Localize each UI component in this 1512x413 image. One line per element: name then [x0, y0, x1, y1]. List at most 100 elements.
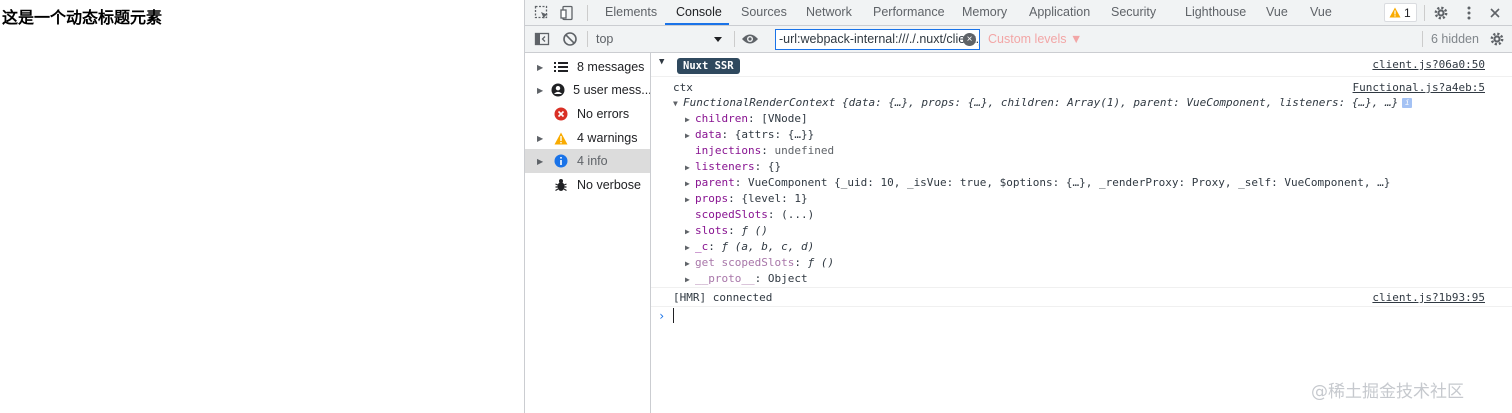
property-row[interactable]: ▶ props: {level: 1} [685, 192, 808, 205]
property-key: injections [695, 144, 762, 157]
sidebar-item-messages[interactable]: ▶ 8 messages [525, 55, 650, 79]
toolbar-divider-3 [1422, 31, 1423, 47]
sidebar-item-label: No errors [577, 107, 630, 121]
expand-arrow-icon[interactable]: ▶ [537, 86, 543, 95]
clear-console-icon[interactable] [561, 30, 579, 48]
console-filter-input[interactable]: -url:webpack-internal:///./.nuxt/client.… [775, 29, 980, 50]
expand-arrow-icon[interactable]: ▶ [537, 63, 545, 72]
source-link-hmr[interactable]: client.js?1b93:95 [1372, 291, 1485, 304]
expand-arrow-icon[interactable]: ▶ [537, 157, 545, 166]
property-value: VueComponent {_uid: 10, _isVue: true, $o… [748, 176, 1391, 189]
sidebar-item-verbose[interactable]: No verbose [525, 173, 650, 197]
expand-arrow-icon[interactable]: ▶ [685, 243, 695, 252]
tab-security[interactable]: Security [1111, 0, 1156, 25]
object-summary[interactable]: ▼ FunctionalRenderContext {data: {…}, pro… [673, 96, 1413, 109]
property-row[interactable]: ▶ data: {attrs: {…}} [685, 128, 814, 141]
property-value: ƒ () [741, 224, 768, 237]
context-select-value: top [596, 32, 614, 46]
device-toolbar-icon[interactable] [559, 4, 577, 22]
tab-console[interactable]: Console [676, 0, 722, 25]
warning-triangle-icon [1389, 7, 1401, 18]
dropdown-arrow-icon [714, 37, 722, 42]
sidebar-item-warnings[interactable]: ▶ 4 warnings [525, 126, 650, 150]
expand-arrow-icon[interactable]: ▶ [685, 275, 695, 284]
property-row[interactable]: ▶ children: [VNode] [685, 112, 808, 125]
tab-application[interactable]: Application [1029, 0, 1090, 25]
devtools-panel: Elements Console Sources Network Perform… [524, 0, 1512, 413]
live-expression-eye-icon[interactable] [741, 30, 759, 48]
tabbar-divider [587, 5, 588, 21]
hmr-message: [HMR] connected [673, 291, 773, 304]
expand-arrow-icon[interactable]: ▶ [685, 115, 695, 124]
tab-sources[interactable]: Sources [741, 0, 787, 25]
expand-arrow-icon[interactable]: ▶ [685, 163, 695, 172]
property-row[interactable]: ▶ listeners: {} [685, 160, 781, 173]
ctx-label: ctx [673, 81, 693, 94]
source-link-functional[interactable]: Functional.js?a4eb:5 [1353, 81, 1485, 94]
console-output: ▼ Nuxt SSR client.js?06a0:50 ctx Functio… [651, 53, 1512, 413]
tab-vue-2[interactable]: Vue [1310, 0, 1332, 25]
expand-arrow-icon[interactable]: ▶ [537, 134, 545, 143]
list-icon [553, 59, 569, 75]
object-info-icon[interactable]: i [1402, 98, 1413, 108]
console-prompt-icon: › [658, 309, 666, 323]
collapse-arrow-icon[interactable]: ▼ [673, 99, 683, 108]
log-levels-dropdown[interactable]: Custom levels ▼ [988, 30, 1082, 49]
sidebar-item-label: 5 user mess... [573, 83, 650, 97]
console-settings-gear-icon[interactable] [1488, 30, 1506, 48]
tab-performance[interactable]: Performance [873, 0, 945, 25]
property-key: __proto__ [695, 272, 755, 285]
inspect-element-icon[interactable] [533, 4, 551, 22]
toggle-sidebar-icon[interactable] [533, 30, 551, 48]
sidebar-item-label: 4 warnings [577, 131, 638, 145]
close-devtools-icon[interactable] [1486, 4, 1504, 22]
expand-arrow-icon[interactable]: ▶ [685, 227, 695, 236]
expand-arrow-icon[interactable]: ▶ [685, 259, 695, 268]
expand-arrow-icon[interactable]: ▶ [685, 179, 695, 188]
property-row[interactable]: scopedSlots: (...) [685, 208, 814, 221]
settings-gear-icon[interactable] [1432, 4, 1450, 22]
screenshot-root: 这是一个动态标题元素 Elements Console Sources Netw… [0, 0, 1512, 413]
property-row[interactable]: ▶ get scopedSlots: ƒ () [685, 256, 834, 269]
sidebar-item-errors[interactable]: No errors [525, 102, 650, 126]
property-row[interactable]: ▶ _c: ƒ (a, b, c, d) [685, 240, 814, 253]
context-select[interactable]: top [596, 30, 728, 49]
active-tab-indicator [665, 23, 729, 25]
sidebar-item-info[interactable]: ▶ 4 info [525, 149, 650, 173]
property-row[interactable]: ▶ slots: ƒ () [685, 224, 768, 237]
collapse-group-arrow-icon[interactable]: ▼ [659, 57, 664, 67]
property-key: _c [695, 240, 709, 253]
source-link-nuxt[interactable]: client.js?06a0:50 [1372, 58, 1485, 71]
object-preview: {data: {…}, props: {…}, children: Array(… [835, 96, 1399, 109]
property-row: injections: undefined [695, 144, 835, 157]
tab-memory[interactable]: Memory [962, 0, 1007, 25]
warnings-counter-button[interactable]: 1 [1384, 3, 1417, 22]
property-value[interactable]: (...) [781, 208, 814, 221]
tab-vue[interactable]: Vue [1266, 0, 1288, 25]
tab-network[interactable]: Network [806, 0, 852, 25]
property-key: parent [695, 176, 735, 189]
tab-elements[interactable]: Elements [605, 0, 657, 25]
bug-icon [553, 177, 569, 193]
property-value: {attrs: {…}} [734, 128, 815, 141]
property-row[interactable]: ▶ __proto__: Object [685, 272, 808, 285]
clear-filter-icon[interactable]: × [963, 33, 976, 46]
warning-icon [553, 130, 569, 146]
sidebar-item-user-messages[interactable]: ▶ 5 user mess... [525, 78, 650, 102]
property-row[interactable]: ▶ parent: VueComponent {_uid: 10, _isVue:… [685, 176, 1390, 189]
console-sidebar: ▶ 8 messages ▶ 5 user mess... No errors … [525, 53, 651, 413]
page-heading: 这是一个动态标题元素 [2, 8, 163, 27]
property-key: children [695, 112, 748, 125]
info-icon [553, 153, 569, 169]
tab-lighthouse[interactable]: Lighthouse [1185, 0, 1246, 25]
expand-arrow-icon[interactable]: ▶ [685, 131, 695, 140]
more-options-icon[interactable] [1460, 4, 1478, 22]
property-key: props [695, 192, 729, 205]
console-input-caret[interactable] [673, 308, 674, 323]
user-icon [551, 82, 565, 98]
watermark: @稀土掘金技术社区 [1311, 382, 1464, 402]
sidebar-item-label: No verbose [577, 178, 641, 192]
tabbar-divider-right [1424, 5, 1425, 21]
filter-input-value: -url:webpack-internal:///./.nuxt/client.… [779, 32, 980, 46]
expand-arrow-icon[interactable]: ▶ [685, 195, 695, 204]
